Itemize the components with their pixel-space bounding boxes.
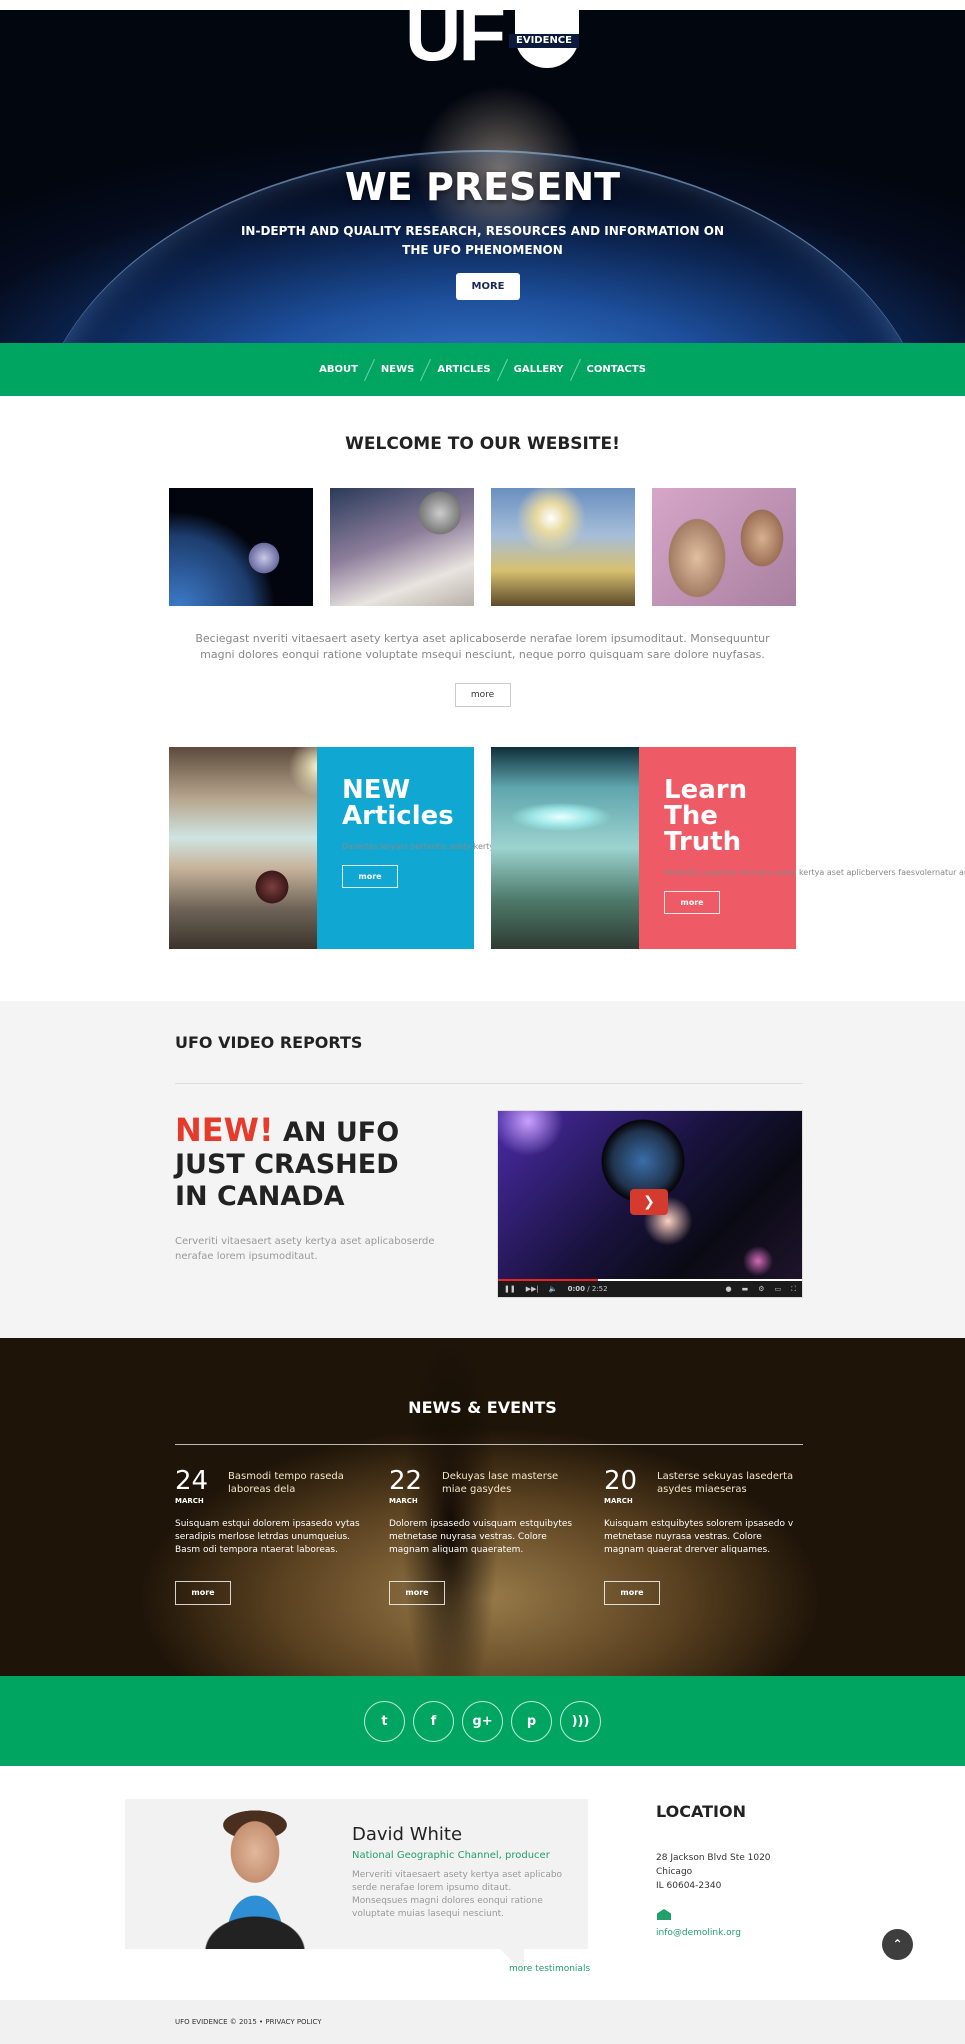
news-title: NEWS & EVENTS <box>408 1398 557 1417</box>
thumb-man-ufo[interactable] <box>330 488 474 606</box>
captions-icon[interactable]: ▬ <box>742 1281 749 1297</box>
promo-new-articles: NEW Articles Dasertas leryars berteritis … <box>169 747 768 949</box>
footer-text: UFO EVIDENCE © 2015 • PRIVACY POLICY <box>175 2018 322 2026</box>
settings-gear-icon[interactable]: ⚙ <box>758 1281 764 1297</box>
footer: UFO EVIDENCE © 2015 • PRIVACY POLICY <box>0 2000 965 2044</box>
player-controls: ❚❚ ▶▶| 🔈 0:00 / 2:52 ● ▬ ⚙ ▭ ⛶ <box>498 1281 802 1297</box>
google-plus-icon[interactable]: g+ <box>462 1700 503 1742</box>
address-line: IL 60604-2340 <box>656 1881 722 1891</box>
news-item-title[interactable]: Lasterse sekuyas lasederta asydes miaese… <box>657 1470 797 1496</box>
testimonial-name: David White <box>352 1824 463 1845</box>
envelope-icon <box>657 1909 671 1920</box>
theater-icon[interactable]: ▭ <box>774 1281 781 1297</box>
promo-text-box: Learn The Truth Verteritis sasertas merya… <box>639 747 965 949</box>
nav-item-news[interactable]: NEWS <box>370 343 425 396</box>
video-headline: NEW! AN UFO JUST CRASHED IN CANADA <box>175 1114 435 1213</box>
welcome-section: WELCOME TO OUR WEBSITE! Beciegast nverit… <box>0 396 965 949</box>
video-player[interactable]: ❯ ❚❚ ▶▶| 🔈 0:00 / 2:52 ● ▬ ⚙ ▭ ⛶ <box>497 1110 803 1298</box>
news-more-button[interactable]: more <box>604 1581 660 1605</box>
news-month: MARCH <box>389 1497 418 1505</box>
promo-blocks: NEW Articles Dasertas leryars berteritis … <box>0 747 965 949</box>
news-more-button[interactable]: more <box>389 1581 445 1605</box>
video-reports-section: UFO VIDEO REPORTS NEW! AN UFO JUST CRASH… <box>0 1001 965 1338</box>
video-description: Cerveriti vitaesaert asety kertya aset a… <box>175 1236 435 1262</box>
welcome-text: Beciegast nveriti vitaesaert asety kerty… <box>195 632 770 661</box>
welcome-title: WELCOME TO OUR WEBSITE! <box>345 434 620 454</box>
thumb-satellite-dish[interactable] <box>491 488 635 606</box>
divider <box>175 1444 803 1445</box>
news-month: MARCH <box>175 1497 204 1505</box>
news-item-body: Dolorem ipsasedo vuisquam estquibytes me… <box>389 1519 573 1555</box>
news-more-button[interactable]: more <box>175 1581 231 1605</box>
welcome-more-button[interactable]: more <box>454 683 511 707</box>
play-button[interactable]: ❯ <box>630 1189 668 1215</box>
volume-icon[interactable]: 🔈 <box>549 1281 558 1297</box>
news-month: MARCH <box>604 1497 633 1505</box>
hero-subtitle-line: THE UFO PHENOMENON <box>402 243 563 257</box>
video-section-title: UFO VIDEO REPORTS <box>175 1033 363 1052</box>
news-day: 20 <box>604 1466 638 1496</box>
promo-title: Learn The Truth <box>664 775 748 857</box>
logo-tag: EVIDENCE <box>509 34 579 48</box>
hero-subtitle-line: IN-DEPTH AND QUALITY RESEARCH, RESOURCES… <box>240 224 725 238</box>
address: 28 Jackson Blvd Ste 1020 Chicago IL 6060… <box>656 1851 771 1893</box>
bottom-section: David White National Geographic Channel,… <box>0 1766 965 1996</box>
hero-title: WE PRESENT <box>344 165 621 209</box>
testimonial-card: David White National Geographic Channel,… <box>125 1799 588 1973</box>
hero-banner: UF EVIDENCE WE PRESENT IN-DEPTH AND QUAL… <box>0 10 965 343</box>
nav-item-articles[interactable]: ARTICLES <box>426 343 501 396</box>
testimonial-role: National Geographic Channel, producer <box>352 1850 550 1861</box>
time-display: 0:00 / 2:52 <box>567 1285 608 1293</box>
top-strip <box>0 0 965 10</box>
privacy-policy-link[interactable]: PRIVACY POLICY <box>265 2018 321 2026</box>
testimonial-quote: Merveriti vitaesaert asety kertya aset a… <box>352 1870 563 1919</box>
promo-more-button[interactable]: more <box>664 891 720 914</box>
main-nav: ABOUT NEWS ARTICLES GALLERY CONTACTS <box>0 343 965 396</box>
pause-icon[interactable]: ❚❚ <box>504 1281 516 1297</box>
more-testimonials-link[interactable]: more testimonials <box>509 1965 590 1974</box>
promo-learn-truth: Learn The Truth Verteritis sasertas merya… <box>491 747 965 949</box>
promo-image-planet <box>169 747 317 949</box>
info-icon[interactable]: ● <box>725 1281 731 1297</box>
promo-title: NEW Articles <box>342 775 454 831</box>
news-day: 22 <box>389 1466 423 1496</box>
copyright: UFO EVIDENCE © 2015 <box>175 2018 257 2026</box>
site-logo[interactable]: UF EVIDENCE <box>405 10 579 77</box>
address-line: Chicago <box>656 1867 693 1877</box>
nav-item-contacts[interactable]: CONTACTS <box>576 343 657 396</box>
facebook-icon[interactable]: f <box>413 1700 454 1742</box>
twitter-icon[interactable]: t <box>364 1700 405 1742</box>
fullscreen-icon[interactable]: ⛶ <box>791 1281 796 1297</box>
headline-new: NEW! <box>175 1111 274 1149</box>
location-title: LOCATION <box>656 1802 746 1821</box>
news-item-body: Kuisquam estquibytes solorem ipsasedo v … <box>604 1519 794 1555</box>
news-item-body: Suisquam estqui dolorem ipsasedo vytas s… <box>175 1519 360 1555</box>
divider <box>175 1083 803 1084</box>
social-bar: t f g+ p ))) <box>0 1676 965 1766</box>
address-line: 28 Jackson Blvd Ste 1020 <box>656 1853 771 1863</box>
email-link[interactable]: info@demolink.org <box>656 1929 741 1938</box>
logo-text: UF <box>405 10 506 77</box>
promo-text-box: NEW Articles Dasertas leryars berteritis … <box>317 747 768 949</box>
thumb-aliens[interactable] <box>652 488 796 606</box>
news-item-title[interactable]: Dekuyas lase masterse miae gasydes <box>442 1470 582 1496</box>
gallery-thumbs <box>0 488 965 606</box>
nav-item-gallery[interactable]: GALLERY <box>503 343 575 396</box>
scroll-to-top-button[interactable]: ⌃ <box>882 1929 913 1960</box>
pinterest-icon[interactable]: p <box>511 1700 552 1742</box>
next-icon[interactable]: ▶▶| <box>526 1281 539 1297</box>
news-events-section: NEWS & EVENTS 24 MARCH Basmodi tempo ras… <box>0 1338 965 1676</box>
promo-image-ufo-abduction <box>491 747 639 949</box>
nav-item-about[interactable]: ABOUT <box>308 343 369 396</box>
rss-icon[interactable]: ))) <box>560 1700 601 1742</box>
news-day: 24 <box>175 1466 209 1496</box>
hero-subtitle: IN-DEPTH AND QUALITY RESEARCH, RESOURCES… <box>0 222 965 260</box>
promo-more-button[interactable]: more <box>342 865 398 888</box>
promo-text: Verteritis sasertas meryars asety kertya… <box>664 868 965 877</box>
hero-more-button[interactable]: MORE <box>456 273 520 300</box>
testimonial-avatar <box>180 1807 330 1949</box>
thumb-earth-ufo[interactable] <box>169 488 313 606</box>
news-item-title[interactable]: Basmodi tempo raseda laboreas dela <box>228 1470 368 1496</box>
